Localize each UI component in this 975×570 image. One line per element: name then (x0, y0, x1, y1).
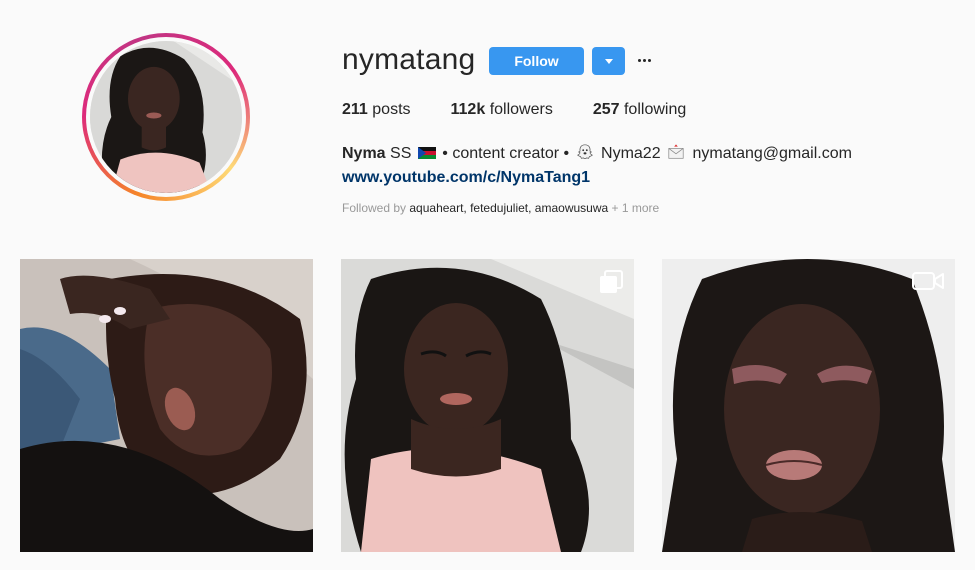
more-options-icon[interactable] (634, 52, 654, 68)
post-tile[interactable] (341, 259, 634, 552)
chevron-down-icon (604, 58, 613, 64)
profile-avatar[interactable] (82, 33, 250, 201)
post-tile[interactable] (20, 259, 313, 552)
avatar-image (90, 41, 242, 193)
follow-button[interactable]: Follow (489, 47, 584, 75)
bio-website-link[interactable]: www.youtube.com/c/NymaTang1 (342, 166, 590, 190)
post-image (20, 259, 313, 552)
south-sudan-flag-icon (417, 147, 436, 159)
profile-full-name: Nyma (342, 145, 386, 162)
post-tile[interactable] (662, 259, 955, 552)
snapchat-ghost-icon (576, 144, 593, 159)
following-stat[interactable]: 257 following (593, 101, 686, 119)
followed-by-text[interactable]: Followed by aquaheart, fetedujuliet, ama… (342, 201, 659, 215)
suggested-dropdown-button[interactable] (592, 47, 625, 75)
post-image (662, 259, 955, 552)
post-image (341, 259, 634, 552)
posts-stat: 211 posts (342, 101, 411, 118)
profile-stats: 211 posts 112k followers 257 following (342, 101, 726, 119)
video-camera-icon (912, 272, 944, 290)
profile-bio: Nyma SS • content creator • Nyma22 nymat… (342, 144, 852, 162)
followers-stat[interactable]: 112k followers (451, 101, 553, 119)
profile-username: nymatang (342, 43, 476, 76)
carousel-icon (600, 270, 623, 293)
envelope-icon (668, 144, 684, 159)
